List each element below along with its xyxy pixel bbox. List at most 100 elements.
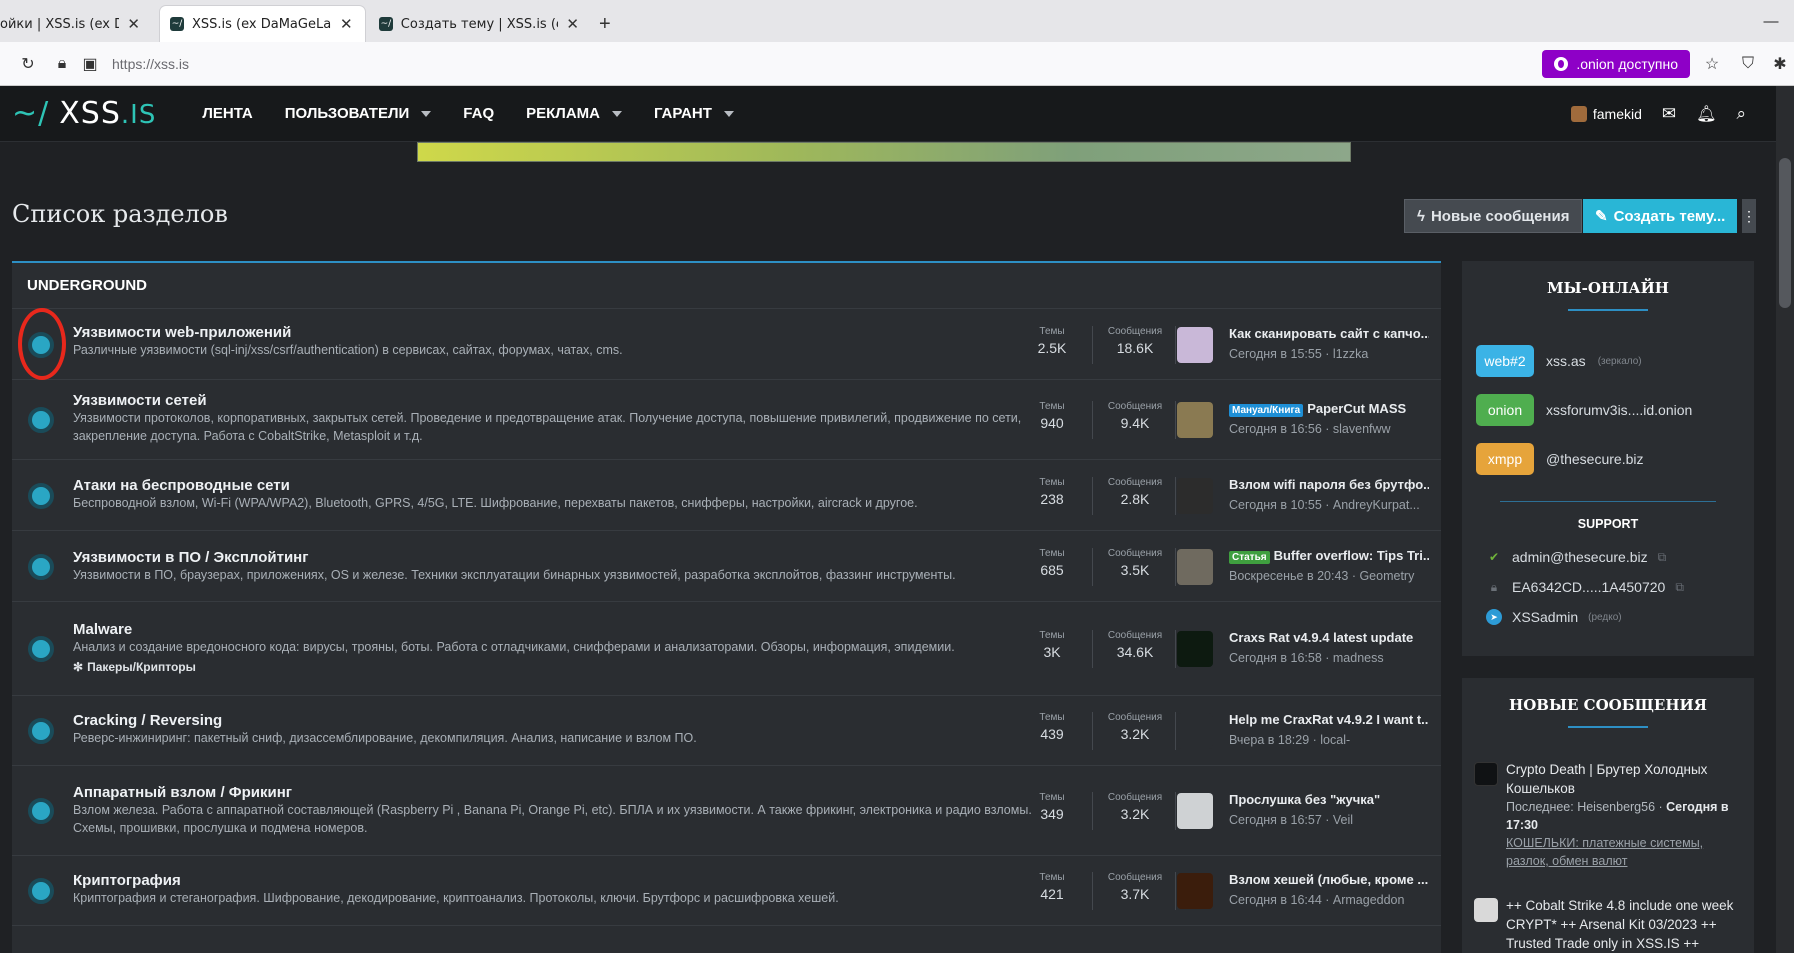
forum-status-icon[interactable]	[28, 407, 54, 433]
forum-title[interactable]: Уязвимости в ПО / Эксплойтинг	[73, 549, 309, 566]
chevron-down-icon[interactable]	[723, 110, 734, 117]
forum-node[interactable]: Аппаратный взлом / Фрикинг Взлом железа. …	[12, 766, 1441, 856]
last-post-title-text[interactable]: Прослушка без "жучка"	[1229, 792, 1380, 807]
close-tab-icon[interactable]: ✕	[566, 15, 579, 33]
last-post-avatar[interactable]	[1177, 713, 1213, 749]
close-tab-icon[interactable]: ✕	[340, 15, 353, 33]
forum-title[interactable]: Cracking / Reversing	[73, 712, 222, 729]
last-post-title[interactable]: Прослушка без "жучка"	[1229, 792, 1429, 807]
url-input[interactable]: https://xss.is	[112, 56, 1542, 72]
forum-status-icon[interactable]	[28, 718, 54, 744]
forum-title[interactable]: Уязвимости web-приложений	[73, 324, 291, 341]
forum-title[interactable]: Криптография	[73, 872, 181, 889]
last-post-meta[interactable]: Сегодня в 16:44 · Armageddon	[1229, 893, 1429, 907]
new-posts-button[interactable]: ϟ Новые сообщения	[1404, 199, 1583, 233]
minimize-icon[interactable]: —	[1748, 13, 1794, 30]
forum-title[interactable]: Уязвимости сетей	[73, 392, 207, 409]
last-post-avatar[interactable]	[1177, 631, 1213, 667]
shield-icon[interactable]: ⛉	[1734, 50, 1762, 78]
thread-prefix[interactable]: Мануал/Книга	[1229, 404, 1304, 417]
forum-status-icon[interactable]	[28, 553, 54, 580]
page-info-icon[interactable]: ▣	[76, 50, 104, 78]
last-post-meta[interactable]: Сегодня в 16:57 · Veil	[1229, 813, 1429, 827]
last-post-title[interactable]: Взлом хешей (любые, кроме ...	[1229, 872, 1429, 887]
browser-tab[interactable]: ойки | XSS.is (ex DaMaGeL ✕	[0, 6, 150, 42]
last-post-title-text[interactable]: Взлом wifi пароля без брутфо...	[1229, 477, 1429, 492]
forum-status-icon[interactable]	[28, 636, 54, 662]
close-tab-icon[interactable]: ✕	[127, 15, 140, 33]
thread-prefix[interactable]: Статья	[1229, 550, 1270, 564]
forum-node[interactable]: Cracking / Reversing Реверс-инжиниринг: п…	[12, 696, 1441, 766]
bookmark-star-icon[interactable]: ☆	[1698, 50, 1726, 78]
last-post-avatar[interactable]	[1177, 326, 1213, 363]
reload-icon[interactable]: ↻	[14, 50, 42, 78]
forum-node[interactable]: Уязвимости в ПО / Эксплойтинг Уязвимости …	[12, 531, 1441, 602]
last-post-title[interactable]: Help me CraxRat v4.9.2 I want t...	[1229, 712, 1429, 727]
user-menu[interactable]: famekid	[1570, 105, 1642, 122]
post-forum-link[interactable]: КОШЕЛЬКИ: платежные системы, разлок, обм…	[1506, 836, 1703, 868]
copy-icon[interactable]: ⧉	[1675, 580, 1684, 595]
last-post-meta[interactable]: Вчера в 18:29 · local-	[1229, 733, 1429, 747]
last-post-avatar[interactable]	[1177, 793, 1213, 829]
last-post-title-text[interactable]: Как сканировать сайт с капчо...	[1229, 326, 1429, 341]
nav-users[interactable]: ПОЛЬЗОВАТЕЛИ	[269, 86, 448, 142]
nav-feed[interactable]: ЛЕНТА	[186, 86, 268, 142]
more-options-button[interactable]: ⋮	[1742, 199, 1756, 233]
nav-ads[interactable]: РЕКЛАМА	[510, 86, 638, 142]
copy-icon[interactable]: ⧉	[1658, 550, 1667, 565]
forum-node[interactable]: Malware Анализ и создание вредоносного ко…	[12, 602, 1441, 696]
forum-node[interactable]: Уязвимости сетей Уязвимости протоколов, к…	[12, 380, 1441, 460]
forum-status-icon[interactable]	[28, 798, 54, 824]
last-post-avatar[interactable]	[1177, 548, 1213, 585]
mirror-web2[interactable]: web#2 xss.as (зеркало)	[1476, 345, 1642, 377]
post-title[interactable]: Crypto Death | Брутер Холодных Кошельков	[1506, 760, 1744, 798]
last-post-title[interactable]: Мануал/Книга PaperCut MASS	[1229, 401, 1429, 417]
last-post-title-text[interactable]: Buffer overflow: Tips Tri...	[1274, 548, 1429, 563]
category-title[interactable]: UNDERGROUND	[12, 263, 1441, 309]
search-icon[interactable]: ⌕	[1736, 104, 1746, 124]
last-post-avatar[interactable]	[1177, 477, 1213, 514]
forum-title[interactable]: Аппаратный взлом / Фрикинг	[73, 784, 292, 801]
last-post-title-text[interactable]: Craxs Rat v4.9.4 latest update	[1229, 630, 1413, 645]
onion-available-button[interactable]: .onion доступно	[1542, 49, 1690, 78]
last-post-title-text[interactable]: PaperCut MASS	[1307, 401, 1406, 416]
nav-guarantor[interactable]: ГАРАНТ	[638, 86, 750, 142]
last-post-title[interactable]: Взлом wifi пароля без брутфо...	[1229, 477, 1429, 492]
last-post-avatar[interactable]	[1177, 402, 1213, 438]
mirror-xmpp[interactable]: xmpp @thesecure.biz	[1476, 443, 1643, 475]
last-post-meta[interactable]: Воскресенье в 20:43 · Geometry	[1229, 569, 1429, 583]
last-post-meta[interactable]: Сегодня в 16:56 · slavenfww	[1229, 422, 1429, 436]
extensions-icon[interactable]: ✱	[1766, 50, 1794, 78]
forum-title[interactable]: Malware	[73, 621, 132, 638]
last-post-meta[interactable]: Сегодня в 10:55 · AndreyKurpat...	[1229, 498, 1429, 512]
post-title[interactable]: ++ Cobalt Strike 4.8 include one week CR…	[1506, 896, 1744, 953]
support-telegram[interactable]: ➤ XSSadmin (редко)	[1486, 609, 1622, 625]
last-post-title-text[interactable]: Help me CraxRat v4.9.2 I want t...	[1229, 712, 1429, 727]
sidebar-post[interactable]: Crypto Death | Брутер Холодных Кошельков…	[1474, 760, 1744, 870]
scrollbar-thumb[interactable]	[1779, 158, 1791, 308]
support-pgp[interactable]: 🔒︎ EA6342CD.....1A450720 ⧉	[1486, 579, 1684, 595]
bell-icon[interactable]: 🔔︎	[1696, 104, 1716, 124]
last-post-title[interactable]: Craxs Rat v4.9.4 latest update	[1229, 630, 1429, 645]
new-tab-button[interactable]: +	[589, 6, 621, 42]
last-post-meta[interactable]: Сегодня в 15:55 · l1zzka	[1229, 347, 1429, 361]
mirror-onion[interactable]: onion xssforumv3is....id.onion	[1476, 394, 1692, 426]
ad-banner[interactable]	[417, 142, 1351, 162]
forum-node[interactable]: Атаки на беспроводные сети Беспроводной в…	[12, 460, 1441, 531]
sidebar-post[interactable]: ++ Cobalt Strike 4.8 include one week CR…	[1474, 896, 1744, 953]
lock-icon[interactable]: 🔒︎	[48, 50, 76, 78]
forum-node[interactable]: Криптография Криптография и стеганография…	[12, 856, 1441, 926]
last-post-title[interactable]: Статья Buffer overflow: Tips Tri...	[1229, 548, 1429, 564]
mail-icon[interactable]: ✉	[1662, 104, 1676, 124]
nav-faq[interactable]: FAQ	[447, 86, 510, 142]
browser-tab-active[interactable]: ~/ XSS.is (ex DaMaGeLaB) ✕	[160, 6, 365, 42]
page-scrollbar[interactable]	[1776, 86, 1794, 953]
create-thread-button[interactable]: ✎ Создать тему...	[1583, 199, 1738, 233]
last-post-meta[interactable]: Сегодня в 16:58 · madness	[1229, 651, 1429, 665]
last-post-avatar[interactable]	[1177, 873, 1213, 909]
browser-tab[interactable]: ~/ Создать тему | XSS.is (ex DaMaG ✕	[369, 6, 589, 42]
forum-status-icon[interactable]	[28, 878, 54, 904]
chevron-down-icon[interactable]	[421, 110, 432, 117]
site-logo[interactable]: ~/ XSS .IS	[12, 96, 156, 131]
forum-status-icon[interactable]	[28, 482, 54, 509]
